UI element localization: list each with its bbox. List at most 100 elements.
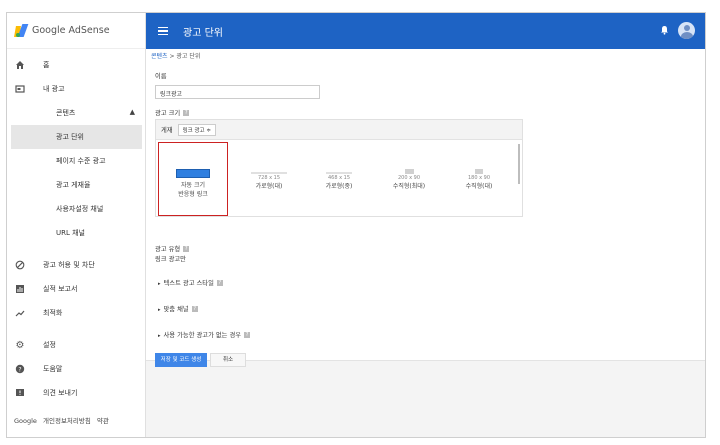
caret-right-icon: ▸ <box>158 307 161 313</box>
name-input[interactable]: 링크광고 <box>155 85 320 99</box>
size-option-caption: 수직형(대) <box>465 183 493 190</box>
size-option-responsive[interactable]: 자동 크기 반응형 링크 <box>158 142 228 216</box>
sidebar-footer: Google 개인정보처리방침 약관 <box>14 415 113 425</box>
footer-privacy-link[interactable]: 개인정보처리방침 <box>43 417 91 425</box>
adsense-logo-icon <box>14 23 29 38</box>
sidebar-item-my-ads[interactable]: 내 광고 <box>7 77 145 101</box>
size-option-top: 자동 크기 <box>181 182 205 189</box>
feedback-icon <box>14 387 26 399</box>
footer-google: Google <box>14 417 37 425</box>
trend-icon <box>14 307 26 319</box>
main-content: 콘텐츠 > 광고 단위 이름 링크광고 광고 크기? 게재 링크 광고 ≑ 자동… <box>146 49 705 437</box>
sidebar-item-content[interactable]: 콘텐츠 ▲ <box>7 101 145 125</box>
cancel-button[interactable]: 취소 <box>210 353 246 367</box>
sidebar-item-reports[interactable]: 실적 보고서 <box>7 277 145 301</box>
sidebar-divider <box>7 245 145 253</box>
scrollbar[interactable] <box>518 144 520 184</box>
section-label: 맞춤 채널 <box>163 306 189 313</box>
ad-type-value: 링크 광고만 <box>155 256 186 263</box>
size-option-caption: 반응형 링크 <box>178 191 208 198</box>
sidebar-item-help[interactable]: ? 도움말 <box>7 357 145 381</box>
sidebar-item-home[interactable]: 홈 <box>7 53 145 77</box>
ads-icon <box>14 83 26 95</box>
size-head-label: 게재 <box>161 127 173 134</box>
footer-terms-link[interactable]: 약관 <box>97 417 109 425</box>
size-thumbnail <box>326 172 352 174</box>
size-picker-header: 게재 링크 광고 ≑ <box>156 120 522 140</box>
section-text-ad-style[interactable]: ▸ 텍스트 광고 스타일? <box>158 278 223 287</box>
size-option-caption: 수직형(최대) <box>392 183 426 190</box>
help-icon[interactable]: ? <box>216 280 223 286</box>
sidebar-item-feedback[interactable]: 의견 보내기 <box>7 381 145 405</box>
name-label: 이름 <box>155 73 167 80</box>
breadcrumb-parent-link[interactable]: 콘텐츠 <box>151 53 168 60</box>
size-thumbnail <box>176 169 210 178</box>
sidebar-item-label: 홈 <box>43 61 50 69</box>
size-thumbnail <box>404 169 414 174</box>
ad-type-select[interactable]: 링크 광고 ≑ <box>177 123 216 136</box>
ad-type-label-text: 광고 유형 <box>155 246 181 253</box>
sidebar-item-label: URL 채널 <box>56 229 85 237</box>
sidebar-item-label: 광고 단위 <box>56 133 84 141</box>
breadcrumb-current: 광고 단위 <box>176 53 201 60</box>
section-no-ads-available[interactable]: ▸ 사용 가능한 광고가 없는 경우? <box>158 330 251 339</box>
sidebar-item-label: 광고 허용 및 차단 <box>43 261 95 269</box>
sidebar-item-settings[interactable]: ⚙ 설정 <box>7 333 145 357</box>
sidebar-divider <box>7 325 145 333</box>
sidebar-item-custom-channels[interactable]: 사용자설정 채널 <box>7 197 145 221</box>
sidebar-item-label: 광고 게재율 <box>56 181 91 189</box>
sidebar-item-ad-serving[interactable]: 광고 게재율 <box>7 173 145 197</box>
page-title: 광고 단위 <box>183 27 223 39</box>
menu-icon[interactable] <box>158 25 168 38</box>
sidebar-item-ad-units[interactable]: 광고 단위 <box>11 125 142 149</box>
avatar[interactable] <box>678 22 695 39</box>
app-window: Google AdSense 홈 내 광고 콘텐츠 ▲ 광고 단위 페이지 수준… <box>6 12 706 438</box>
section-label: 사용 가능한 광고가 없는 경우 <box>163 332 242 339</box>
size-option-728x15[interactable]: 728 x 15 가로형(대) <box>234 142 304 216</box>
breadcrumb: 콘텐츠 > 광고 단위 <box>151 51 200 60</box>
sidebar-item-label: 설정 <box>43 341 56 349</box>
sidebar-nav: 홈 내 광고 콘텐츠 ▲ 광고 단위 페이지 수준 광고 광고 게재율 사용자설… <box>7 53 145 405</box>
ad-size-picker: 게재 링크 광고 ≑ 자동 크기 반응형 링크 728 x 15 가로형(대) … <box>155 119 523 217</box>
bell-icon[interactable] <box>660 25 669 38</box>
sidebar-item-allow-block[interactable]: 광고 허용 및 차단 <box>7 253 145 277</box>
sidebar-item-page-level-ads[interactable]: 페이지 수준 광고 <box>7 149 145 173</box>
sidebar-item-label: 도움말 <box>43 365 63 373</box>
sidebar-item-label: 콘텐츠 <box>56 109 76 117</box>
sidebar-item-label: 실적 보고서 <box>43 285 78 293</box>
block-icon <box>14 259 26 271</box>
ad-size-label: 광고 크기? <box>155 108 190 117</box>
help-icon[interactable]: ? <box>183 246 190 252</box>
section-custom-channel[interactable]: ▸ 맞춤 채널? <box>158 304 198 313</box>
help-icon[interactable]: ? <box>191 306 198 312</box>
ad-size-label-text: 광고 크기 <box>155 110 181 117</box>
size-thumbnail <box>251 172 287 174</box>
sidebar-item-label: 내 광고 <box>43 85 65 93</box>
save-button[interactable]: 저장 및 코드 생성 <box>155 353 207 367</box>
help-icon: ? <box>14 363 26 375</box>
home-icon <box>14 59 26 71</box>
chevron-up-icon: ▲ <box>129 108 135 116</box>
size-option-180x90[interactable]: 180 x 90 수직형(대) <box>444 142 514 216</box>
help-icon[interactable]: ? <box>183 110 190 116</box>
ad-type-label: 광고 유형? <box>155 244 190 253</box>
caret-right-icon: ▸ <box>158 333 161 339</box>
sidebar-item-url-channels[interactable]: URL 채널 <box>7 221 145 245</box>
size-option-200x90[interactable]: 200 x 90 수직형(최대) <box>374 142 444 216</box>
sidebar-item-optimization[interactable]: 최적화 <box>7 301 145 325</box>
brand-logo[interactable]: Google AdSense <box>7 13 145 49</box>
ad-unit-form: 콘텐츠 > 광고 단위 이름 링크광고 광고 크기? 게재 링크 광고 ≑ 자동… <box>146 49 705 361</box>
sidebar-item-label: 사용자설정 채널 <box>56 205 104 213</box>
section-label: 텍스트 광고 스타일 <box>163 280 214 287</box>
svg-text:?: ? <box>18 366 21 373</box>
sidebar: Google AdSense 홈 내 광고 콘텐츠 ▲ 광고 단위 페이지 수준… <box>7 13 146 437</box>
report-icon <box>14 283 26 295</box>
sidebar-item-label: 의견 보내기 <box>43 389 78 397</box>
caret-right-icon: ▸ <box>158 281 161 287</box>
sidebar-item-label: 최적화 <box>43 309 63 317</box>
size-thumbnail <box>475 169 483 174</box>
size-option-468x15[interactable]: 468 x 15 가로형(중) <box>304 142 374 216</box>
brand-name: Google AdSense <box>32 25 110 36</box>
size-option-caption: 가로형(중) <box>325 183 353 190</box>
help-icon[interactable]: ? <box>244 332 251 338</box>
